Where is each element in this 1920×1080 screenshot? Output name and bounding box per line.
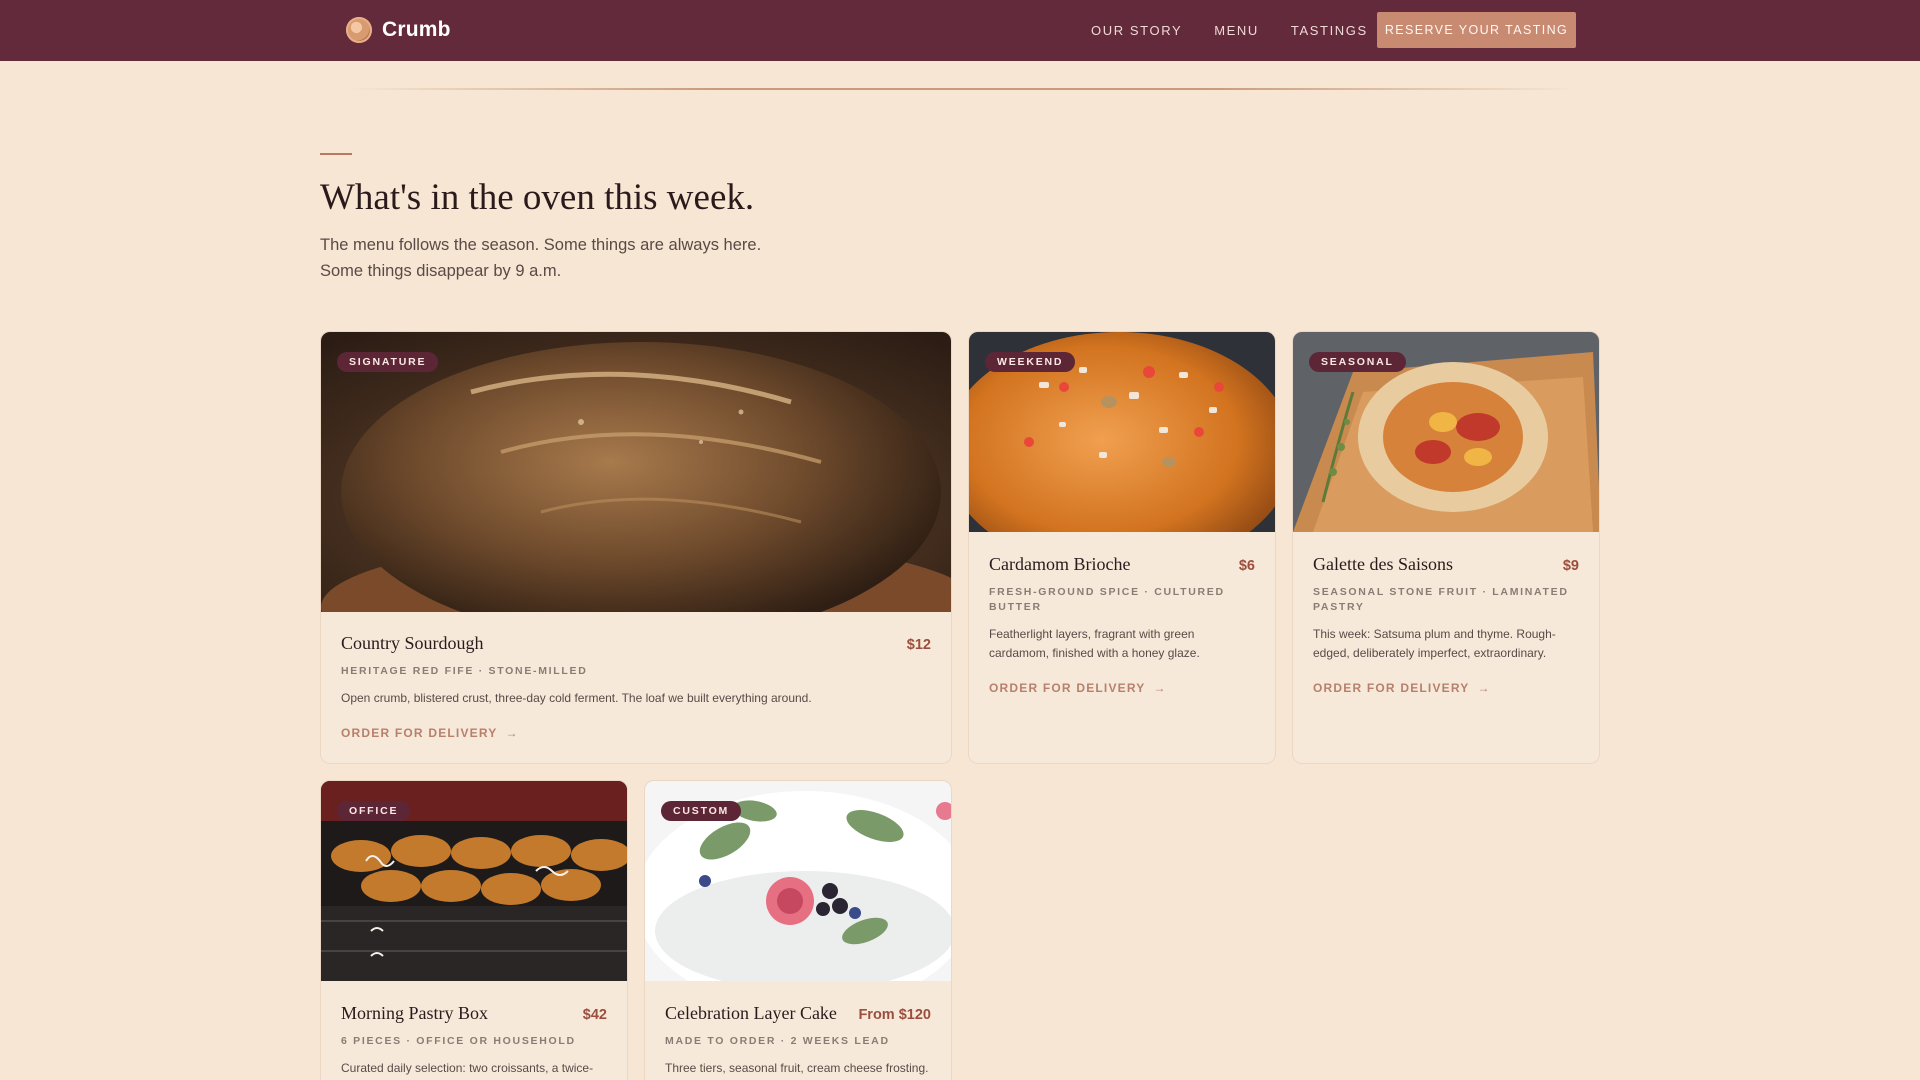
brand-name: Crumb (382, 18, 451, 41)
card-body: Galette des Saisons $9 SEASONAL STONE FR… (1313, 554, 1579, 697)
card-description: Three tiers, seasonal fruit, cream chees… (665, 1061, 929, 1075)
menu-card-morning-pastry-box: OFFICE Morning Pastry Box $42 6 PIECES ·… (320, 780, 628, 1080)
card-description: Curated daily selection: two croissants,… (341, 1061, 594, 1075)
accent-line (320, 153, 352, 155)
page-title: What's in the oven this week. (320, 177, 755, 218)
divider (346, 88, 1576, 90)
pastry-box-photo: OFFICE (321, 781, 627, 981)
order-link-label: ORDER FOR DELIVERY (989, 681, 1146, 695)
card-title: Cardamom Brioche (989, 554, 1131, 574)
card-description: Featherlight layers, fragrant with green… (989, 627, 1200, 660)
arrow-right-icon: → (1477, 681, 1491, 695)
nav-links: OUR STORY MENU TASTINGS (1091, 0, 1400, 61)
card-body: Celebration Layer Cake From $120 MADE TO… (665, 1003, 931, 1080)
card-price: $9 (1562, 558, 1579, 574)
brioche-photo: WEEKEND (969, 332, 1275, 572)
menu-card-celebration-layer-cake: CUSTOM Celebration Layer Cake From $120 … (644, 780, 952, 1080)
card-body: Country Sourdough $12 HERITAGE RED FIFE … (341, 633, 931, 742)
page-subtitle: The menu follows the season. Some things… (320, 232, 840, 284)
badge-signature: SIGNATURE (337, 352, 439, 372)
card-meta: FRESH-GROUND SPICE · CULTURED BUTTER (989, 586, 1225, 613)
nav-link-our-story[interactable]: OUR STORY (1091, 23, 1182, 38)
arrow-right-icon: → (505, 726, 519, 740)
card-meta: HERITAGE RED FIFE · STONE-MILLED (341, 665, 588, 677)
card-meta: 6 PIECES · OFFICE OR HOUSEHOLD (341, 1035, 576, 1047)
sourdough-photo: SIGNATURE (321, 332, 951, 677)
subtitle-line-2: Some things disappear by 9 a.m. (320, 262, 562, 280)
card-description: Open crumb, blistered crust, three-day c… (341, 691, 812, 705)
card-title: Morning Pastry Box (341, 1003, 489, 1023)
layer-cake-photo: CUSTOM (645, 781, 951, 1011)
badge-weekend: WEEKEND (985, 352, 1076, 372)
order-for-delivery-link[interactable]: ORDER FOR DELIVERY → (1313, 681, 1491, 695)
brand-logo[interactable]: Crumb (346, 16, 451, 44)
nav-link-menu[interactable]: MENU (1214, 23, 1259, 38)
subtitle-line-1: The menu follows the season. Some things… (320, 236, 762, 254)
menu-card-country-sourdough: SIGNATURE Country Sourdough $12 HERITAGE… (320, 331, 952, 764)
menu-card-cardamom-brioche: WEEKEND Cardamom Brioche $6 FRESH-GROUND… (968, 331, 1276, 764)
card-meta: SEASONAL STONE FRUIT · LAMINATED PASTRY (1313, 586, 1569, 613)
order-for-delivery-link[interactable]: ORDER FOR DELIVERY → (341, 726, 519, 740)
card-title: Celebration Layer Cake (665, 1003, 837, 1023)
menu-card-galette-des-saisons: SEASONAL Galette des Saisons $9 SEASONAL… (1292, 331, 1600, 764)
card-body: Morning Pastry Box $42 6 PIECES · OFFICE… (341, 1003, 607, 1080)
order-link-label: ORDER FOR DELIVERY (341, 726, 498, 740)
card-title-row: Celebration Layer Cake From $120 (665, 1003, 931, 1024)
card-price: $12 (906, 637, 931, 653)
card-title-row: Country Sourdough $12 (341, 633, 931, 654)
card-title-row: Cardamom Brioche $6 (989, 554, 1255, 575)
card-price: $42 (582, 1007, 607, 1023)
card-description: This week: Satsuma plum and thyme. Rough… (1313, 627, 1556, 660)
nav-link-tastings[interactable]: TASTINGS (1291, 23, 1368, 38)
badge-office: OFFICE (337, 801, 411, 821)
badge-custom: CUSTOM (661, 801, 742, 821)
card-title-row: Morning Pastry Box $42 (341, 1003, 607, 1024)
arrow-right-icon: → (1153, 681, 1167, 695)
reserve-tasting-button[interactable]: RESERVE YOUR TASTING (1377, 12, 1576, 48)
card-price: From $120 (858, 1007, 931, 1023)
card-title: Galette des Saisons (1313, 554, 1453, 574)
card-title: Country Sourdough (341, 633, 484, 653)
card-price: $6 (1238, 558, 1255, 574)
badge-seasonal: SEASONAL (1309, 352, 1406, 372)
order-for-delivery-link[interactable]: ORDER FOR DELIVERY → (989, 681, 1167, 695)
brand-bun-icon (346, 17, 372, 43)
card-title-row: Galette des Saisons $9 (1313, 554, 1579, 575)
order-link-label: ORDER FOR DELIVERY (1313, 681, 1470, 695)
card-meta: MADE TO ORDER · 2 WEEKS LEAD (665, 1035, 890, 1047)
galette-photo: SEASONAL (1293, 332, 1599, 532)
top-nav: Crumb OUR STORY MENU TASTINGS RESERVE YO… (0, 0, 1920, 61)
card-body: Cardamom Brioche $6 FRESH-GROUND SPICE ·… (989, 554, 1255, 697)
